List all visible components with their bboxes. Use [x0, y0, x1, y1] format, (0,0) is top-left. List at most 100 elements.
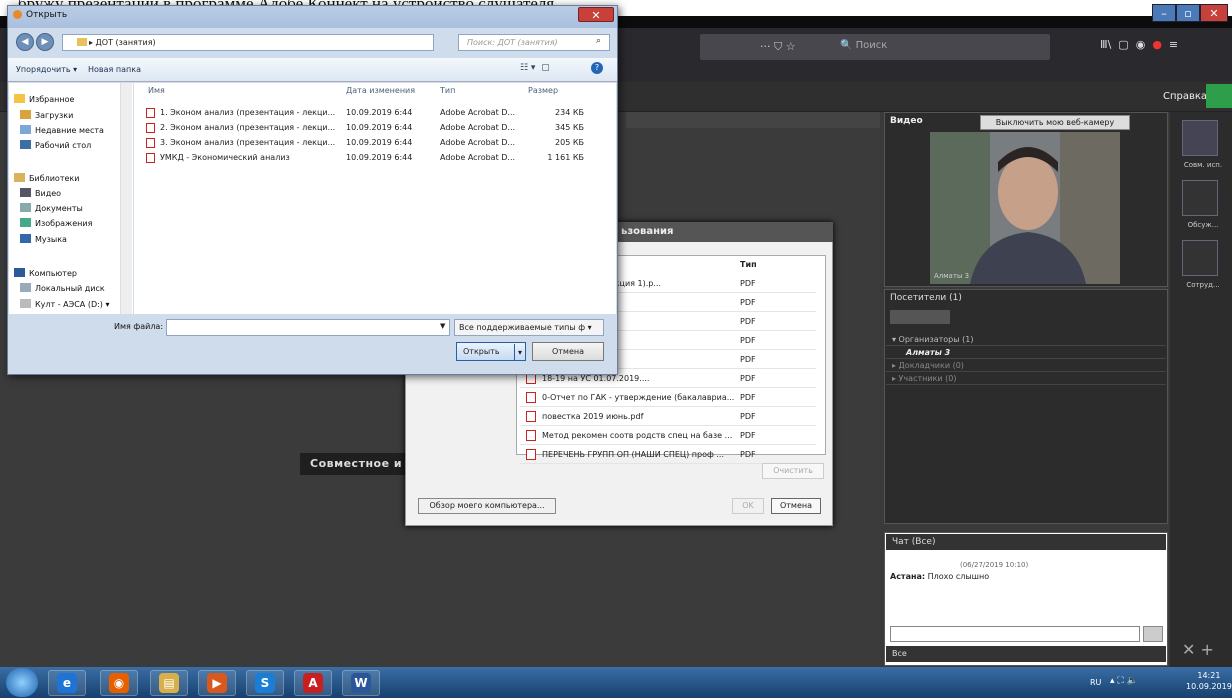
upload-file-row[interactable]: ПЕРЕЧЕНЬ ГРУПП ОП (НАШИ СПЕЦ) проф ... PD… — [520, 445, 816, 464]
nav-item[interactable]: Документы — [20, 203, 83, 213]
col-name-header[interactable]: Имя — [148, 86, 165, 95]
col-size-header[interactable]: Размер — [528, 86, 558, 95]
nav-item-label: Документы — [35, 204, 83, 213]
open-button[interactable]: Открыть ▾ — [456, 342, 526, 361]
upload-file-row[interactable]: Метод рекомен соотв родств спец на базе … — [520, 426, 816, 445]
language-indicator[interactable]: RU — [1090, 678, 1101, 687]
webcam-feed — [930, 132, 1120, 284]
taskbar-app[interactable]: ◉ — [100, 670, 138, 696]
help-icon[interactable]: ? — [591, 62, 603, 74]
file-dialog-titlebar — [8, 6, 617, 28]
taskbar-app[interactable]: ▤ — [150, 670, 188, 696]
taskbar-app[interactable]: W — [342, 670, 380, 696]
browser-toolbar-icons[interactable]: Ⅲ\ ▢ ◉ ● ≡ — [1100, 38, 1178, 51]
url-action-icons[interactable]: ··· ⛉ ☆ — [760, 40, 796, 54]
upload-file-type: PDF — [740, 412, 756, 421]
browser-window-controls: – ▫ ✕ — [1152, 4, 1228, 22]
nav-item[interactable]: Музыка — [20, 234, 67, 244]
file-dialog-close-button[interactable]: ✕ — [578, 7, 614, 22]
app-icon: W — [351, 673, 371, 693]
cancel-button[interactable]: Отмена — [532, 342, 604, 361]
attendee-group[interactable]: ▸ Участники (0) — [886, 372, 1166, 385]
taskbar-app[interactable]: ▶ — [198, 670, 236, 696]
nav-item[interactable]: Избранное — [14, 94, 74, 104]
cancel-button[interactable]: Отмена — [771, 498, 821, 514]
library-icon: Ⅲ\ — [1100, 38, 1112, 51]
file-name: 3. Эконом анализ (презентация - лекци... — [160, 138, 336, 147]
file-row[interactable]: УМКД - Экономический анализ 10.09.2019 6:… — [146, 151, 596, 164]
nav-item[interactable]: Загрузки — [20, 110, 73, 120]
browser-search-placeholder[interactable]: 🔍 Поиск — [840, 40, 887, 51]
chat-send-button[interactable] — [1143, 626, 1163, 642]
back-icon[interactable]: ◀ — [16, 33, 34, 51]
chat-timestamp: (06/27/2019 10:10) — [960, 561, 1029, 569]
maximize-button[interactable]: ▫ — [1176, 4, 1200, 22]
stop-webcam-button[interactable]: Выключить мою веб-камеру — [980, 115, 1130, 130]
attendee-item[interactable]: Алматы 3 — [886, 346, 1166, 359]
layout-label: Обсуж... — [1187, 221, 1219, 229]
file-name: 1. Эконом анализ (презентация - лекци... — [160, 108, 336, 117]
ok-button[interactable]: OK — [732, 498, 764, 514]
taskbar-app[interactable]: A — [294, 670, 332, 696]
attendees-toolbar[interactable] — [890, 310, 950, 324]
pdf-icon — [526, 392, 536, 403]
system-tray[interactable]: ▴ ⛶ 🔈 — [1110, 676, 1138, 686]
new-folder-button[interactable]: Новая папка — [88, 65, 141, 74]
nav-item-icon — [20, 110, 31, 119]
minimize-button[interactable]: – — [1152, 4, 1176, 22]
clock[interactable]: 14:21 10.09.2019 — [1186, 670, 1232, 692]
upload-file-type: PDF — [740, 393, 756, 402]
upload-file-row[interactable]: 0-Отчет по ГАК - утверждение (бакалавриа… — [520, 388, 816, 407]
taskbar-app[interactable]: e — [48, 670, 86, 696]
file-size: 1 161 КБ — [547, 153, 584, 162]
nav-item[interactable]: Компьютер — [14, 268, 77, 278]
pdf-icon — [146, 108, 155, 118]
filename-input[interactable] — [166, 319, 450, 336]
file-date: 10.09.2019 6:44 — [346, 123, 413, 132]
chevron-down-icon[interactable]: ▼ — [440, 322, 445, 330]
nav-item[interactable]: Библиотеки — [14, 173, 79, 183]
file-row[interactable]: 2. Эконом анализ (презентация - лекци...… — [146, 121, 596, 134]
layout-collaboration[interactable] — [1182, 240, 1218, 276]
nav-item[interactable]: Видео — [20, 188, 61, 198]
file-row[interactable]: 1. Эконом анализ (презентация - лекци...… — [146, 106, 596, 119]
organize-button[interactable]: Упорядочить ▾ — [16, 65, 77, 74]
address-bar[interactable]: ▸ ДОТ (занятия) — [62, 34, 434, 51]
file-search-input[interactable]: Поиск: ДОТ (занятия) — [458, 34, 610, 51]
attendee-group[interactable]: ▾ Организаторы (1) — [886, 333, 1166, 346]
start-button[interactable] — [6, 668, 38, 697]
nav-item[interactable]: Култ - АЭСА (D:) ▾ — [20, 299, 109, 309]
nav-item-icon — [14, 173, 25, 182]
taskbar-app[interactable]: S — [246, 670, 284, 696]
layout-share[interactable] — [1182, 120, 1218, 156]
upload-file-row[interactable]: повестка 2019 июнь.pdf PDF — [520, 407, 816, 426]
chat-input[interactable] — [890, 626, 1140, 642]
close-icon[interactable]: ✕ + — [1182, 640, 1214, 659]
help-menu[interactable]: Справка — [1163, 88, 1207, 106]
attendee-group[interactable]: ▸ Докладчики (0) — [886, 359, 1166, 372]
close-button[interactable]: ✕ — [1200, 4, 1228, 22]
nav-item-icon — [20, 125, 31, 134]
file-name: 2. Эконом анализ (презентация - лекци... — [160, 123, 336, 132]
webcam-person-image — [930, 132, 1120, 284]
file-type-filter[interactable]: Все поддерживаемые типы ф ▾ — [454, 319, 604, 336]
nav-item-label: Рабочий стол — [35, 141, 92, 150]
nav-item[interactable]: Изображения — [20, 218, 92, 228]
col-type-header[interactable]: Тип — [440, 86, 455, 95]
forward-icon[interactable]: ▶ — [36, 33, 54, 51]
clear-button[interactable]: Очистить — [762, 463, 824, 479]
pdf-icon — [146, 123, 155, 133]
file-row[interactable]: 3. Эконом анализ (презентация - лекци...… — [146, 136, 596, 149]
col-date-header[interactable]: Дата изменения — [346, 86, 415, 95]
chat-recipient-select[interactable]: Все — [886, 646, 1166, 662]
layout-discussion[interactable] — [1182, 180, 1218, 216]
upload-file-name: повестка 2019 июнь.pdf — [542, 412, 644, 421]
search-icon[interactable]: ⌕ — [596, 36, 601, 46]
nav-item[interactable]: Локальный диск — [20, 283, 105, 293]
nav-item[interactable]: Недавние места — [20, 125, 104, 135]
view-options-icon[interactable]: ☷ ▾ ▢ — [520, 63, 550, 73]
nav-item[interactable]: Рабочий стол — [20, 140, 91, 150]
navigation-scrollbar[interactable] — [120, 83, 132, 314]
nav-item-label: Музыка — [35, 235, 67, 244]
browse-computer-button[interactable]: Обзор моего компьютера... — [418, 498, 556, 514]
